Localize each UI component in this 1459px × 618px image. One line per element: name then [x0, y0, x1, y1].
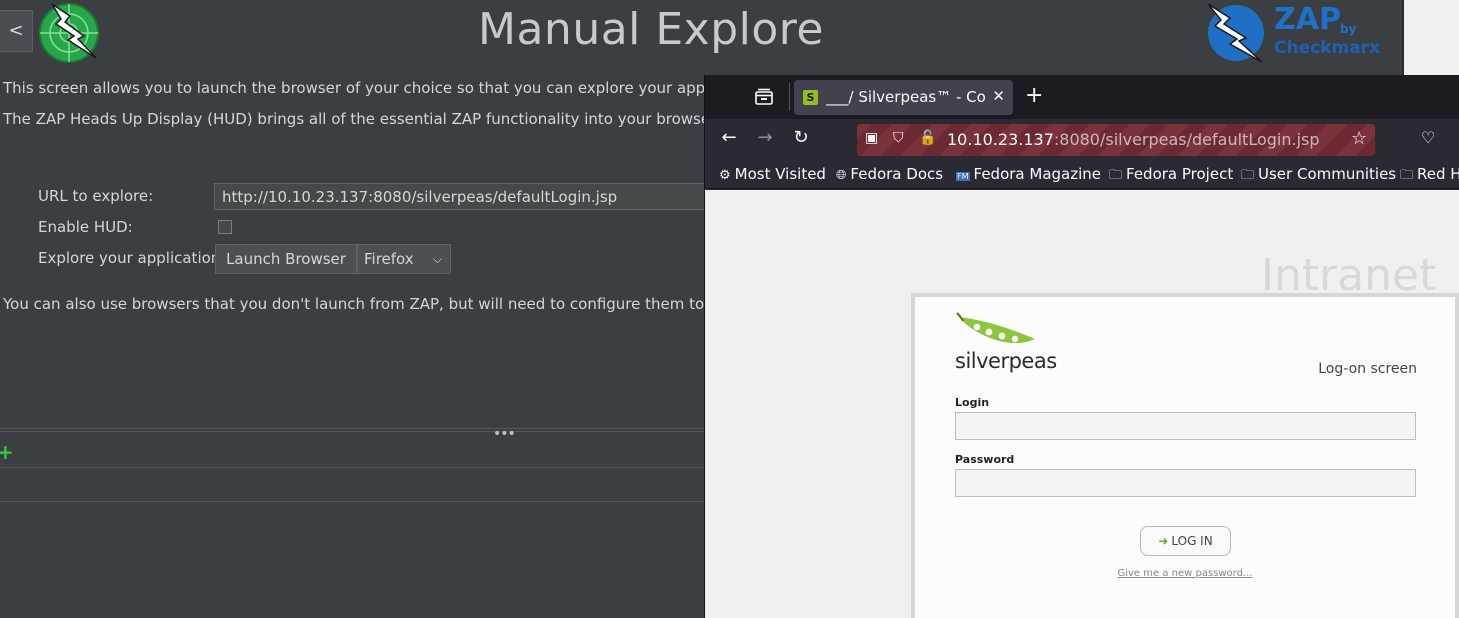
bookmark-fedora-magazine[interactable]: FM Fedora Magazine — [956, 165, 1101, 183]
url-label: URL to explore: — [38, 187, 154, 205]
globe-icon: 🌐︎ — [836, 168, 847, 183]
lock-warning-icon[interactable]: 🔓 — [919, 130, 936, 146]
fm-icon: FM — [956, 172, 970, 181]
bookmark-most-visited[interactable]: ⚙ Most Visited — [719, 165, 826, 183]
bookmark-label: User Communities — [1258, 165, 1397, 183]
silverpeas-pea-logo-icon — [956, 312, 1035, 344]
reload-icon[interactable]: ↻ — [790, 127, 812, 149]
login-field[interactable] — [955, 412, 1416, 440]
bookmarks-bar: ⚙ Most Visited 🌐︎ Fedora Docs FM Fedora Mag… — [705, 161, 1459, 189]
row-divider — [0, 501, 710, 502]
enable-hud-checkbox[interactable] — [218, 220, 232, 234]
arrow-right-icon: ➜ — [1158, 534, 1169, 548]
proxy-robot-icon: ▣ — [865, 130, 879, 146]
folder-icon: 🗀 — [1241, 168, 1255, 183]
brand-vendor: Checkmarx — [1274, 38, 1381, 58]
bookmark-label: Fedora Project — [1126, 165, 1234, 183]
brand-by: by — [1340, 22, 1357, 36]
bookmark-fedora-docs[interactable]: 🌐︎ Fedora Docs — [836, 165, 943, 183]
add-icon[interactable]: + — [0, 440, 14, 464]
bookmark-user-communities[interactable]: 🗀 User Communities — [1241, 165, 1396, 188]
tab-bar: S ___/ Silverpeas™ - Collab ✕ + — [705, 75, 1459, 119]
bookmark-fedora-project[interactable]: 🗀 Fedora Project — [1109, 165, 1233, 188]
nav-bar: ← → ↻ ▣ ⛉ 🔓 10.10.23.137:8080/silverpeas… — [705, 119, 1459, 161]
proxy-note: You can also use browsers that you don't… — [3, 295, 771, 313]
login-card: silverpeas Log-on screen Login Password … — [911, 293, 1459, 618]
forward-arrow-icon[interactable]: → — [754, 127, 776, 149]
brand-name: ZAP — [1274, 2, 1341, 37]
close-icon[interactable]: ✕ — [992, 87, 1005, 105]
browser-select[interactable]: Firefox ⌵ — [357, 244, 451, 274]
tab-silverpeas[interactable]: S ___/ Silverpeas™ - Collab ✕ — [794, 80, 1013, 115]
panel-divider-2 — [0, 431, 710, 432]
background-window-edge — [1402, 0, 1459, 75]
page-content: Intranet silverpeas Log-on screen Login … — [705, 190, 1459, 618]
url-path: :8080/silverpeas/defaultLogin.jsp — [1053, 130, 1320, 149]
silverpeas-favicon-icon: S — [803, 90, 818, 105]
back-arrow-icon[interactable]: ← — [718, 127, 740, 149]
url-input[interactable] — [214, 183, 714, 210]
password-label: Password — [955, 453, 1015, 466]
browser-select-value: Firefox — [364, 250, 414, 268]
page-title: Manual Explore — [478, 4, 824, 55]
login-button[interactable]: ➜ LOG IN — [1140, 526, 1231, 556]
shield-icon[interactable]: ⛉ — [893, 130, 904, 146]
toolbar-divider — [0, 467, 710, 468]
url-bar[interactable]: ▣ ⛉ 🔓 10.10.23.137:8080/silverpeas/defau… — [857, 124, 1375, 156]
folder-icon: 🗀 — [1109, 168, 1123, 183]
panel-divider — [0, 428, 710, 429]
pocket-icon[interactable]: ♡ — [1421, 128, 1435, 147]
description-line-1: This screen allows you to launch the bro… — [3, 79, 777, 97]
description-line-2: The ZAP Heads Up Display (HUD) brings al… — [3, 110, 720, 128]
forgot-password-link[interactable]: Give me a new password... — [915, 568, 1455, 579]
firefox-window: S ___/ Silverpeas™ - Collab ✕ + ← → ↻ ▣ … — [704, 75, 1459, 618]
silverpeas-wordmark: silverpeas — [955, 349, 1057, 373]
logon-screen-label: Log-on screen — [1318, 361, 1417, 377]
bookmark-label: Most Visited — [734, 165, 826, 183]
bookmark-label: Fedora Docs — [850, 165, 944, 183]
explore-label: Explore your application: — [38, 249, 226, 267]
bookmark-red-hat[interactable]: 🗀 Red H — [1400, 165, 1459, 188]
tab-list-icon[interactable] — [753, 86, 775, 108]
login-button-label: LOG IN — [1171, 534, 1213, 548]
tab-title: ___/ Silverpeas™ - Collab — [826, 88, 986, 106]
splitter-grip-icon[interactable]: ••• — [493, 426, 516, 442]
new-tab-icon[interactable]: + — [1025, 83, 1043, 108]
bookmark-label: Fedora Magazine — [973, 165, 1102, 183]
hud-label: Enable HUD: — [38, 218, 133, 236]
launch-browser-button[interactable]: Launch Browser — [215, 244, 357, 274]
chevron-down-icon: ⌵ — [432, 252, 442, 266]
login-label: Login — [955, 396, 990, 409]
url-host: 10.10.23.137 — [947, 130, 1054, 149]
bookmark-label: Red H — [1417, 165, 1459, 183]
tab-separator — [789, 83, 790, 111]
folder-icon: 🗀 — [1400, 168, 1414, 183]
bookmark-star-icon[interactable]: ☆ — [1351, 128, 1367, 149]
password-field[interactable] — [955, 469, 1416, 497]
gear-icon: ⚙ — [719, 168, 731, 183]
url-text: 10.10.23.137:8080/silverpeas/defaultLogi… — [947, 130, 1320, 149]
